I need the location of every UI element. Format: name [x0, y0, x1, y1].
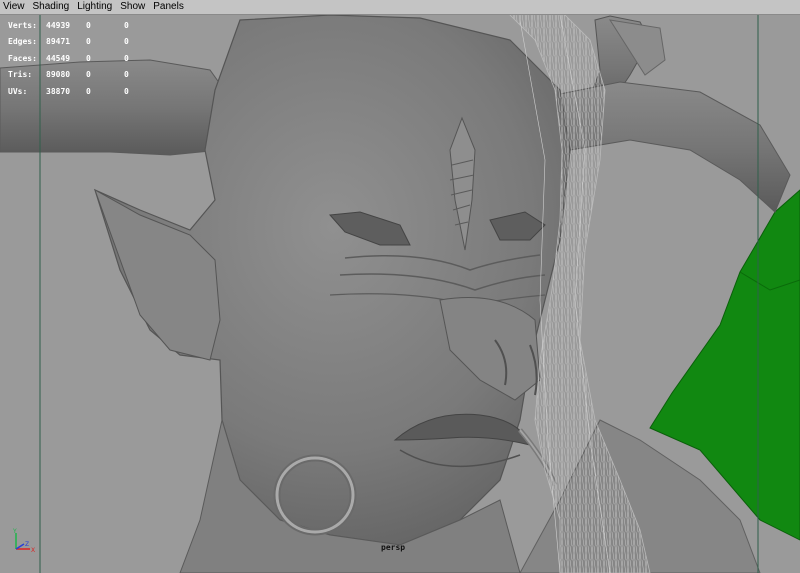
hud-value: 0 [86, 86, 91, 96]
hud-value: 0 [86, 53, 91, 63]
hud-value: 44549 [46, 53, 71, 63]
menu-shading[interactable]: Shading [30, 0, 75, 14]
axis-y-label: Y [12, 528, 17, 535]
hud-value: 0 [124, 70, 129, 80]
hud-label: Tris: [8, 70, 33, 80]
hud-value: 38870 [46, 86, 71, 96]
axis-gizmo-icon: Y Z X [12, 528, 35, 554]
hud-value: 0 [86, 37, 91, 47]
hud-value: 44939 [46, 20, 71, 30]
menu-view[interactable]: View [0, 0, 30, 14]
hud-value: 89471 [46, 37, 71, 47]
hud-row-faces: Faces: 44549 0 0 [8, 50, 144, 67]
hud-row-uvs: UVs: 38870 0 0 [8, 83, 144, 100]
hud-value: 0 [86, 20, 91, 30]
hud-row-tris: Tris: 89080 0 0 [8, 67, 144, 84]
hud-row-edges: Edges: 89471 0 0 [8, 34, 144, 51]
menu-show[interactable]: Show [117, 0, 150, 14]
hud-label: Faces: [8, 53, 37, 63]
axis-x-label: X [31, 547, 35, 554]
hud-value: 0 [124, 53, 129, 63]
hud-label: Edges: [8, 37, 37, 47]
hud-value: 0 [124, 37, 129, 47]
hud-value: 0 [124, 86, 129, 96]
hud-label: Verts: [8, 20, 37, 30]
axis-z-label: Z [25, 541, 29, 548]
hud-value: 0 [124, 20, 129, 30]
hud-value: 89080 [46, 70, 71, 80]
menu-panels[interactable]: Panels [150, 0, 189, 14]
hud-label: UVs: [8, 86, 28, 96]
hud-value: 0 [86, 70, 91, 80]
viewport-menubar: View Shading Lighting Show Panels [0, 0, 800, 15]
camera-name-label: persp [381, 543, 406, 552]
maya-app: View Shading Lighting Show Panels Verts:… [0, 0, 800, 573]
poly-count-hud: Verts: 44939 0 0 Edges: 89471 0 0 Faces:… [8, 17, 144, 100]
hud-row-verts: Verts: 44939 0 0 [8, 17, 144, 34]
menu-lighting[interactable]: Lighting [74, 0, 117, 14]
ear [94, 188, 221, 361]
